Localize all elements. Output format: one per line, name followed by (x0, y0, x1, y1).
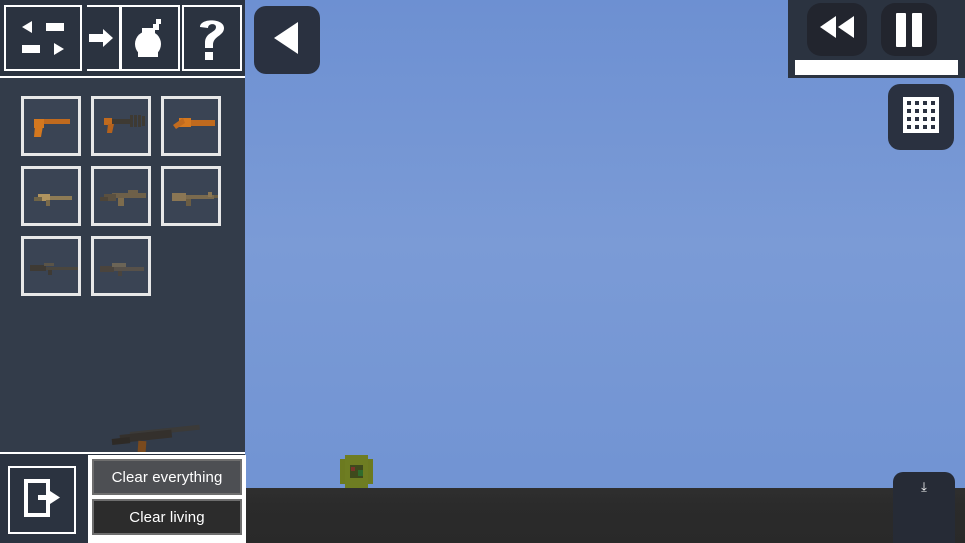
pause-icon-bar-right (912, 12, 922, 47)
grid-icon (899, 93, 943, 142)
bottom-right-panel-button[interactable]: ⤓ (893, 472, 955, 543)
download-icon: ⤓ (921, 479, 927, 494)
swap-tab[interactable] (4, 5, 82, 71)
back-button[interactable] (254, 6, 320, 74)
held-weapon-body (119, 429, 173, 443)
weapon-slot-smg[interactable] (21, 166, 81, 226)
grenade-tab[interactable] (120, 5, 180, 71)
held-weapon-sprite[interactable] (111, 424, 200, 453)
weapon-slot-sniper-rifle[interactable] (21, 236, 81, 296)
held-weapon-stock (111, 437, 131, 445)
held-weapon-barrel (129, 424, 200, 437)
weapon-slot-assault-rifle[interactable] (91, 166, 151, 226)
sidebar-tabstrip (0, 0, 245, 78)
clear-buttons-panel: Clear everything Clear living (88, 455, 246, 543)
sidebar-bottom-divider (0, 452, 245, 454)
pause-button[interactable] (881, 3, 937, 56)
question-mark-icon (195, 15, 229, 61)
weapon-grid (21, 96, 221, 306)
weapon-row (21, 236, 221, 296)
tabstrip-divider (0, 76, 245, 78)
weapon-row (21, 96, 221, 156)
help-tab[interactable] (182, 5, 242, 71)
rewind-button[interactable] (807, 3, 867, 56)
weapon-slot-battle-rifle[interactable] (161, 166, 221, 226)
crate-marker-red (351, 467, 355, 471)
pause-icon-bar-left (896, 12, 906, 47)
ammo-crate[interactable] (340, 455, 373, 488)
weapon-row (21, 166, 221, 226)
crate-marker-green (358, 470, 363, 476)
held-weapon-grip (137, 440, 147, 453)
arrow-right-icon (89, 25, 117, 51)
speed-slider[interactable] (795, 60, 958, 75)
transport-panel (788, 0, 965, 78)
exit-button[interactable] (8, 466, 76, 534)
weapon-slot-machine-pistol[interactable] (91, 96, 151, 156)
grid-toggle-button[interactable] (888, 84, 954, 150)
clear-everything-button[interactable]: Clear everything (92, 459, 242, 495)
exit-door-icon (20, 476, 64, 525)
grenade-icon (129, 16, 171, 60)
speed-slider-fill (795, 60, 958, 75)
game-screen: Clear everything Clear living ⤓ (0, 0, 965, 543)
swap-arrows-icon (20, 19, 66, 57)
weapon-slot-marksman-rifle[interactable] (91, 236, 151, 296)
clear-living-button[interactable]: Clear living (92, 499, 242, 535)
back-triangle-icon (270, 19, 304, 62)
rewind-icon (816, 14, 858, 45)
spawn-tab[interactable] (87, 5, 121, 71)
weapon-slot-pistol[interactable] (21, 96, 81, 156)
weapon-slot-sawed-off[interactable] (161, 96, 221, 156)
